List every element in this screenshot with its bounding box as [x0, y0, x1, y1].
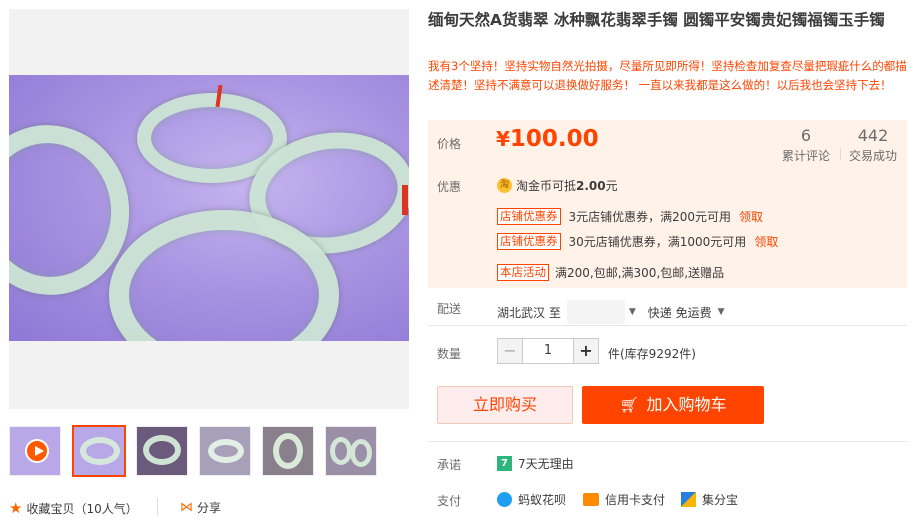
deals-label: 交易成功 [848, 149, 897, 163]
shop-activity-row: 本店活动 满200,包邮,满300,包邮,送赠品 [497, 264, 724, 281]
play-icon [25, 439, 49, 463]
coupon-row-2: 店铺优惠券 30元店铺优惠券，满1000元可用 领取 [497, 233, 778, 250]
claim-coupon-link[interactable]: 领取 [754, 233, 778, 250]
huabei-icon [497, 492, 512, 507]
quantity-input[interactable]: 1 [522, 338, 574, 364]
destination-select[interactable] [566, 300, 625, 324]
deals-stat: 442 交易成功 [845, 126, 901, 164]
thumbnail-4[interactable] [199, 426, 251, 476]
promise-text: 7天无理由 [518, 457, 574, 471]
chevron-down-icon[interactable]: ▼ [718, 307, 725, 317]
section-divider [428, 325, 907, 326]
payment-credit-card[interactable]: 信用卡支付 [583, 491, 665, 508]
promise-label: 承诺 [437, 458, 462, 472]
activity-text: 满200,包邮,满300,包邮,送赠品 [555, 266, 725, 280]
coupon-row-1: 店铺优惠券 3元店铺优惠券，满200元可用 领取 [497, 208, 763, 225]
coin-icon: 淘 [497, 178, 512, 193]
promo-label: 优惠 [437, 180, 462, 194]
coin-text: 淘金币可抵 [516, 179, 577, 193]
thumbnail-3[interactable] [136, 426, 188, 476]
promise-item[interactable]: 7 7天无理由 [497, 455, 574, 472]
favorite-button[interactable]: ★ 收藏宝贝（10人气） [9, 499, 138, 517]
shipping-label: 配送 [437, 302, 462, 316]
coupon-tag: 店铺优惠券 [497, 208, 561, 225]
stock-text: 件(库存9292件) [608, 347, 696, 361]
coin-amount: 2.00 [576, 178, 606, 193]
coupon-tag: 店铺优惠券 [497, 233, 561, 250]
reviews-count: 6 [800, 126, 812, 145]
add-to-cart-label: 加入购物车 [646, 395, 727, 414]
quantity-label: 数量 [437, 347, 462, 361]
product-title: 缅甸天然A货翡翠 冰种飘花翡翠手镯 圆镯平安镯贵妃镯福镯玉手镯 [428, 11, 885, 29]
deals-count: 442 [857, 126, 889, 145]
coupon-text: 30元店铺优惠券，满1000元可用 [568, 235, 747, 249]
activity-tag: 本店活动 [497, 264, 549, 281]
thumbnail-5[interactable] [262, 426, 314, 476]
reviews-label: 累计评论 [781, 149, 830, 163]
claim-coupon-link[interactable]: 领取 [739, 208, 763, 225]
credit-card-icon [583, 493, 599, 506]
coupon-text: 3元店铺优惠券，满200元可用 [568, 210, 732, 224]
price-label: 价格 [437, 137, 462, 151]
favorite-label: 收藏宝贝（10人气） [26, 501, 138, 516]
star-icon: ★ [9, 499, 23, 517]
share-label: 分享 [197, 501, 222, 515]
thumbnail-video[interactable] [9, 426, 61, 476]
stat-divider [840, 148, 841, 160]
increment-button[interactable]: + [573, 338, 599, 364]
payment-huabei[interactable]: 蚂蚁花呗 [497, 491, 566, 508]
share-icon: ⋈ [180, 500, 193, 515]
product-subtitle: 我有3个坚持！坚持实物自然光拍摄，尽量所见即所得！坚持检查加复查尽量把瑕疵什么的… [428, 59, 907, 92]
chevron-down-icon[interactable]: ▼ [629, 307, 636, 317]
seven-day-icon: 7 [497, 456, 512, 471]
payment-label: 支付 [437, 494, 462, 508]
footer-divider [157, 498, 158, 516]
shipping-method: 快递 免运费 [647, 305, 712, 320]
payment-method-label: 集分宝 [702, 493, 739, 507]
payment-method-label: 信用卡支付 [605, 493, 666, 507]
price-value: 100.00 [509, 126, 599, 152]
shipping-row: 湖北武汉 至 ▼ 快递 免运费 ▼ [497, 300, 725, 324]
cart-icon: 🛒︎ [619, 396, 639, 414]
currency-symbol: ¥ [496, 127, 510, 151]
thumbnail-2[interactable] [72, 425, 126, 477]
price-display: ¥ 100.00 [496, 126, 599, 152]
buy-now-button[interactable]: 立即购买 [437, 386, 573, 424]
decrement-button[interactable]: − [497, 338, 523, 364]
add-to-cart-button[interactable]: 🛒︎ 加入购物车 [582, 386, 764, 424]
payment-jifenbao[interactable]: 集分宝 [681, 491, 738, 508]
payment-method-label: 蚂蚁花呗 [518, 493, 567, 507]
shipping-from: 湖北武汉 至 [497, 305, 561, 320]
section-divider [428, 441, 907, 442]
product-photo [9, 75, 409, 341]
reviews-stat[interactable]: 6 累计评论 [778, 126, 834, 164]
coin-unit: 元 [605, 179, 618, 193]
share-button[interactable]: ⋈ 分享 [180, 499, 221, 516]
thumbnail-6[interactable] [325, 426, 377, 476]
jifenbao-icon [681, 492, 696, 507]
taobao-coin-row: 淘 淘金币可抵 2.00 元 [497, 177, 618, 194]
